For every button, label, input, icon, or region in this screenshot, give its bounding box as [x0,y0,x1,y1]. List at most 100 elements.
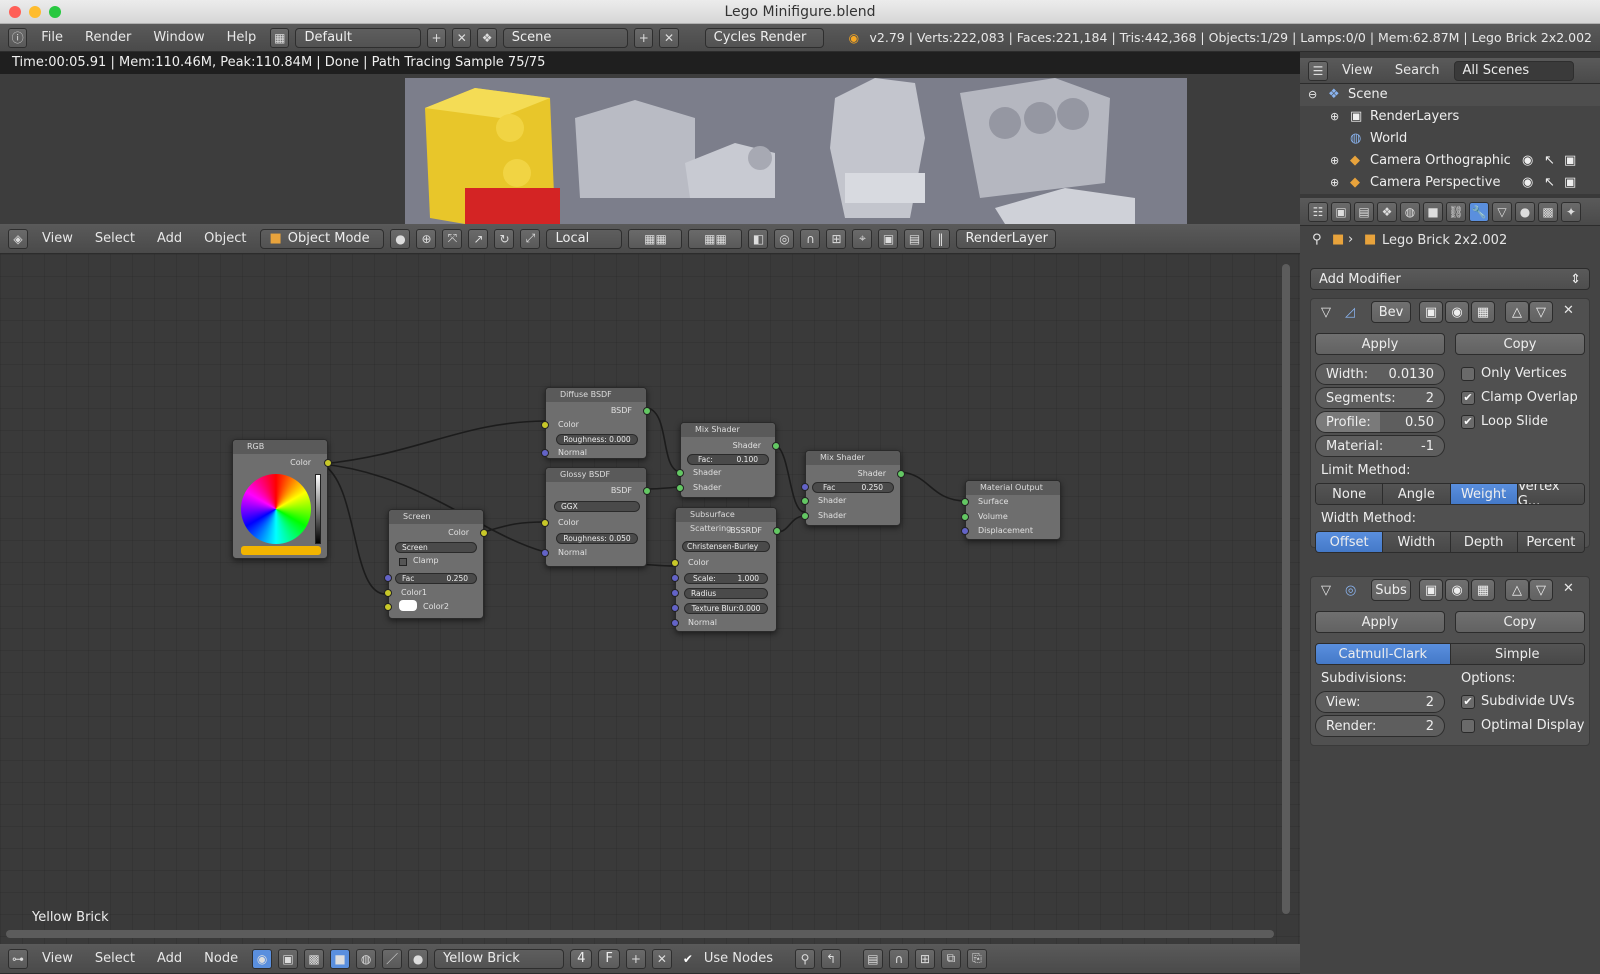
node-menu-view[interactable]: View [34,948,81,970]
outliner-row-scene[interactable]: ⊖ ❖ Scene [1300,84,1600,106]
backdrop-icon[interactable]: ▤ [862,948,883,969]
view3d-menu-add[interactable]: Add [149,228,190,250]
screen-layout-icon[interactable]: ▦ [270,27,290,48]
scene-tab-icon[interactable]: ❖ [1377,201,1397,222]
view3d-editor-type-icon[interactable]: ◈ [8,228,28,249]
shader-nodes-icon[interactable]: ◉ [252,948,273,969]
transform-orientation-select[interactable]: Local [546,228,623,249]
output-volume-socket[interactable] [961,513,969,521]
width-method-depth-option[interactable]: Depth [1450,532,1518,552]
properties-editor-type-icon[interactable]: ☷ [1308,201,1328,222]
rgb-color-output-socket[interactable] [324,459,332,467]
material-browse-icon[interactable]: ● [408,948,429,969]
collapse-triangle-icon[interactable]: ▽ [1321,583,1331,598]
screen-fac-field[interactable]: Fac 0.250 [395,573,477,584]
node-editor-canvas[interactable]: RGB Color Diffuse BSDF BSDF Color Roughn… [0,254,1300,944]
node-menu-node[interactable]: Node [196,948,246,970]
visibility-eye-icon[interactable]: ◉ [1522,150,1533,172]
clamp-checkbox[interactable] [399,558,407,566]
outliner-editor-type-icon[interactable]: ☰ [1308,60,1328,81]
subsurf-copy-button[interactable]: Copy [1455,611,1585,633]
bevel-profile-slider[interactable]: Profile: 0.50 [1315,411,1445,433]
remove-modifier-icon[interactable]: ✕ [1563,303,1574,318]
selectability-cursor-icon[interactable]: ↖ [1544,150,1555,172]
outliner-row-renderlayers[interactable]: ⊕ ▣ RenderLayers [1300,106,1600,128]
move-down-icon[interactable]: ▽ [1529,579,1553,601]
diffuse-bsdf-node[interactable]: Diffuse BSDF BSDF Color Roughness: 0.000… [541,387,651,459]
sss-radius-select[interactable]: Radius [684,588,768,599]
move-down-icon[interactable]: ▽ [1529,301,1553,323]
subdivide-uvs-checkbox[interactable]: ✔ [1461,695,1475,709]
limit-angle-option[interactable]: Angle [1383,484,1451,504]
world-shader-icon[interactable]: ◍ [356,948,377,969]
snap-mode-icon[interactable]: ⊞ [914,948,935,969]
mix2-shader2-socket[interactable] [801,512,809,520]
object-mode-select[interactable]: ■ Object Mode [260,228,385,249]
expand-icon[interactable]: ⊕ [1330,150,1339,172]
mix2-shader1-socket[interactable] [801,497,809,505]
bevel-material-field[interactable]: Material: -1 [1315,435,1445,457]
screen-color2-socket[interactable] [384,603,392,611]
screen-layout-field[interactable]: Default [295,27,421,48]
pin-icon[interactable]: ⚲ [794,948,815,969]
linestyle-shader-icon[interactable]: ／ [382,948,403,969]
material-tab-icon[interactable]: ● [1515,201,1535,222]
screen-color-output-socket[interactable] [480,529,488,537]
mix-shader-node-1[interactable]: Mix Shader Shader Fac: 0.100 Shader Shade… [676,422,780,498]
blend-type-select[interactable]: Screen [395,542,477,553]
world-tab-icon[interactable]: ◍ [1400,201,1420,222]
rgb-node[interactable]: RGB Color [232,439,332,559]
subsurf-view-levels-field[interactable]: View: 2 [1315,691,1445,713]
sss-scale-socket[interactable] [671,574,679,582]
pin-context-icon[interactable]: ⚲ [1312,232,1322,247]
outliner-display-mode[interactable]: All Scenes [1453,60,1574,81]
catmull-clark-option[interactable]: Catmull-Clark [1316,644,1451,664]
glossy-normal-socket[interactable] [541,549,549,557]
output-surface-socket[interactable] [961,498,969,506]
fake-user-button[interactable]: F [598,948,620,969]
outliner-row-camera-persp[interactable]: ⊕ ◆ Camera Perspective ◉ ↖ ▣ [1300,172,1600,194]
mix1-shader2-socket[interactable] [676,484,684,492]
mix2-fac-field[interactable]: Fac 0.250 [812,482,894,493]
lock-layers-icon[interactable]: ◧ [748,228,769,249]
bevel-width-field[interactable]: Width: 0.0130 [1315,363,1445,385]
subsurf-name-field[interactable]: Subs [1371,579,1411,601]
paste-nodes-icon[interactable]: ⎘ [966,948,987,969]
bevel-copy-button[interactable]: Copy [1455,333,1585,355]
menu-file[interactable]: File [33,27,71,49]
menu-render[interactable]: Render [77,27,139,49]
data-tab-icon[interactable]: ▽ [1492,201,1512,222]
renderability-camera-icon[interactable]: ▣ [1564,172,1576,194]
remove-scene-icon[interactable]: ✕ [659,27,679,48]
object-tab-icon[interactable]: ■ [1423,201,1443,222]
width-method-width-option[interactable]: Width [1383,532,1451,552]
snap-node-icon[interactable]: ∩ [888,948,909,969]
outliner-menu-view[interactable]: View [1334,60,1381,82]
sss-texture-blur-field[interactable]: Texture Blur:0.000 [684,603,768,614]
collapse-icon[interactable]: ⊖ [1308,84,1317,106]
limit-weight-option[interactable]: Weight [1450,484,1518,504]
material-users-count[interactable]: 4 [570,948,593,969]
proportional-edit-icon[interactable]: ◎ [774,228,795,249]
material-name-field[interactable]: Yellow Brick [434,948,565,969]
scene-icon[interactable]: ❖ [477,27,497,48]
translate-manipulator-icon[interactable]: ↗ [468,228,489,249]
expand-icon[interactable]: ⊕ [1330,172,1339,194]
sss-normal-socket[interactable] [671,619,679,627]
pivot-point-icon[interactable]: ⊕ [416,228,437,249]
bevel-apply-button[interactable]: Apply [1315,333,1445,355]
subsurf-apply-button[interactable]: Apply [1315,611,1445,633]
glossy-roughness-field[interactable]: Roughness: 0.050 [556,533,638,544]
viewport-toggle-icon[interactable]: ◉ [1445,579,1469,601]
zoom-window-button[interactable] [49,6,61,18]
manipulator-icon[interactable]: ⤧ [442,228,463,249]
only-vertices-checkbox[interactable] [1461,367,1475,381]
mix2-fac-socket[interactable] [801,483,809,491]
render-layers-tab-icon[interactable]: ▤ [1354,201,1374,222]
add-layout-icon[interactable]: + [426,27,447,48]
render-toggle-icon[interactable]: ▣ [1419,579,1443,601]
width-method-percent-option[interactable]: Percent [1517,532,1584,552]
diffuse-roughness-field[interactable]: Roughness: 0.000 [556,434,638,445]
rgb-color-swatch[interactable] [241,546,321,555]
use-nodes-checkbox[interactable]: ✔ [678,949,698,969]
